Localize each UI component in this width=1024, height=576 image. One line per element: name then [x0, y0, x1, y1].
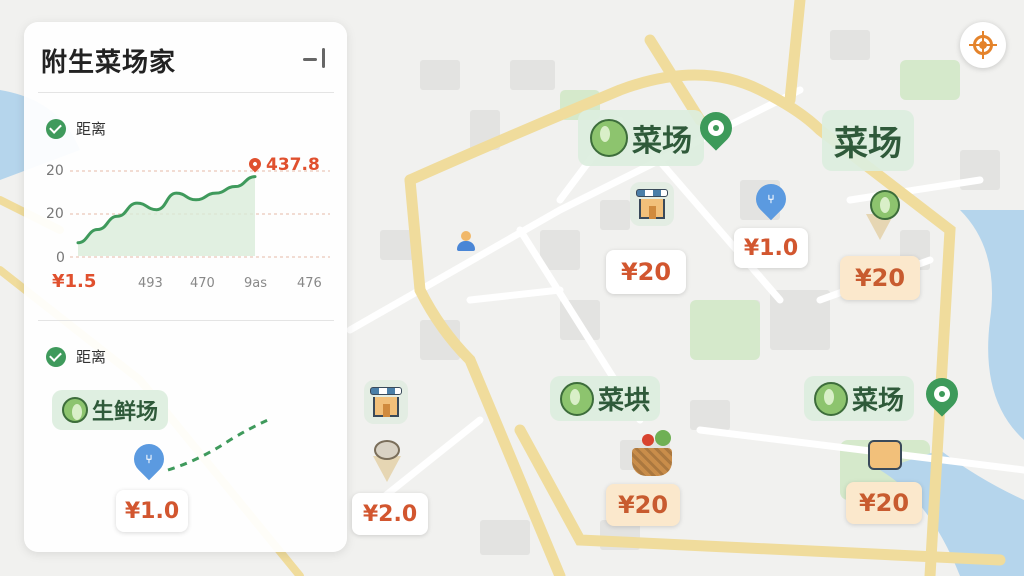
x-tick-label: 470: [190, 276, 215, 291]
cabbage-icon: [814, 381, 848, 416]
store-box-icon: [868, 440, 902, 470]
y-tick-label: 20: [46, 206, 64, 222]
cabbage-icon: [870, 190, 900, 220]
x-tick-label: 9as: [244, 276, 268, 291]
market-marker-2[interactable]: 菜场: [822, 110, 914, 171]
price-badge[interactable]: ¥1.0: [116, 490, 188, 532]
cutlery-icon: ⑂: [145, 452, 153, 466]
price-badge[interactable]: ¥20: [846, 482, 922, 524]
ice-cream-scoop: [374, 440, 400, 460]
cutlery-icon: ⑂: [767, 192, 775, 206]
y-tick-label: 20: [46, 163, 64, 179]
divider: [38, 320, 334, 321]
distance-label: 距离: [76, 348, 107, 366]
fresh-market-name: 生鲜场: [92, 400, 159, 425]
market-name: 菜场: [632, 124, 692, 159]
greens-icon: [655, 430, 671, 446]
price-badge[interactable]: ¥1.0: [734, 228, 808, 268]
market-marker-4[interactable]: 菜场: [804, 376, 915, 421]
panel-title: 附生菜场家: [41, 48, 177, 78]
cabbage-icon: [62, 397, 88, 423]
distance-label: 距离: [76, 120, 107, 138]
tomato-icon: [642, 434, 654, 446]
market-name: 菜场: [834, 124, 902, 164]
price-badge[interactable]: ¥2.0: [352, 493, 428, 535]
x-tick-label: ¥1.5: [52, 271, 97, 292]
cabbage-icon: [590, 119, 628, 157]
market-marker-3[interactable]: 菜垬: [550, 376, 661, 421]
gear-icon: [934, 386, 950, 402]
collapse-icon[interactable]: [300, 46, 330, 68]
check-icon: [46, 118, 66, 139]
check-icon: [46, 346, 66, 367]
store-icon[interactable]: [364, 380, 408, 424]
fresh-market-tag[interactable]: 生鲜场: [52, 390, 169, 430]
price-badge[interactable]: ¥20: [606, 484, 680, 526]
cabbage-icon: [560, 381, 594, 416]
distance-section-header[interactable]: 距离: [46, 346, 106, 367]
market-marker-1[interactable]: 菜场: [578, 110, 704, 166]
y-tick-label: 0: [56, 250, 65, 266]
distance-section-header[interactable]: 距离: [46, 118, 106, 139]
user-location-icon[interactable]: [455, 230, 477, 252]
market-name: 菜场: [852, 386, 905, 416]
price-badge[interactable]: ¥20: [840, 256, 920, 300]
chart-peak-label: 437.8: [266, 155, 320, 175]
gear-icon: [708, 120, 724, 136]
x-tick-label: 476: [297, 276, 322, 291]
basket-icon: [632, 448, 672, 476]
market-name: 菜垬: [598, 386, 651, 416]
divider: [38, 92, 334, 93]
price-badge[interactable]: ¥20: [606, 250, 686, 294]
store-icon[interactable]: [630, 182, 674, 226]
x-tick-label: 493: [138, 276, 163, 291]
locate-icon[interactable]: [960, 22, 1006, 68]
